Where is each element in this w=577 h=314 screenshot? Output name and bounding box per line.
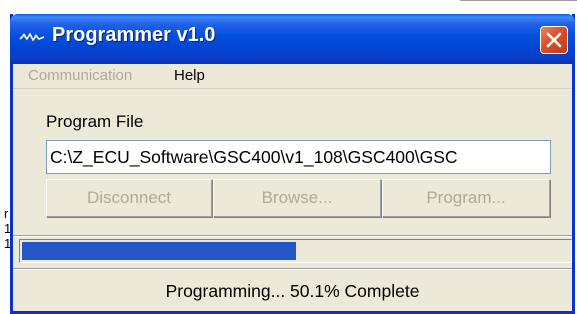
window-title: Programmer v1.0 — [52, 24, 216, 46]
progress-bar — [19, 239, 572, 263]
program-button[interactable]: Program... — [382, 179, 550, 217]
menu-communication[interactable]: Communication — [28, 67, 132, 84]
background-text: r — [4, 206, 9, 221]
disconnect-button[interactable]: Disconnect — [46, 179, 212, 217]
menu-help[interactable]: Help — [174, 67, 205, 84]
close-button[interactable] — [540, 26, 568, 54]
background-window-edge — [460, 0, 577, 1]
browse-button[interactable]: Browse... — [213, 179, 381, 217]
progress-fill — [22, 242, 296, 260]
app-icon — [19, 30, 45, 44]
status-text: Programming... 50.1% Complete — [165, 281, 420, 301]
program-file-label: Program File — [46, 112, 144, 131]
menu-bar: Communication Help — [13, 64, 572, 89]
divider — [13, 235, 572, 237]
program-file-input[interactable] — [46, 140, 551, 174]
status-divider — [13, 268, 572, 270]
close-icon — [546, 32, 562, 48]
